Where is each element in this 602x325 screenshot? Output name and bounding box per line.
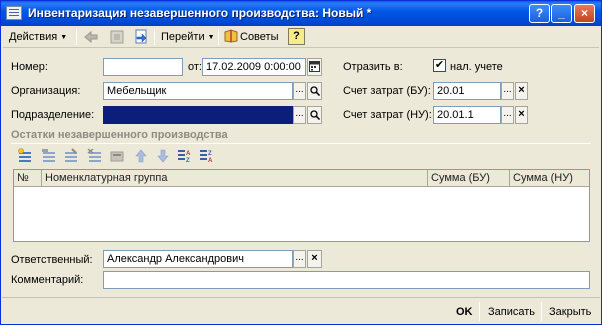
tips-button[interactable]: Советы — [224, 28, 278, 46]
sort-descending-icon[interactable]: Z A — [199, 148, 215, 164]
minimize-button[interactable]: _ — [551, 4, 572, 23]
save-button[interactable]: Записать — [488, 303, 535, 321]
structure-icon[interactable] — [109, 29, 125, 45]
move-up-icon[interactable] — [133, 148, 149, 164]
tips-book-icon — [224, 29, 238, 43]
account-nu-clear-button[interactable]: × — [515, 106, 528, 124]
work-in-progress-table[interactable]: № Номенклатурная группа Сумма (БУ) Сумма… — [13, 169, 590, 242]
sort-ascending-icon[interactable]: A Z — [177, 148, 193, 164]
help-title-button[interactable]: ? — [529, 4, 550, 23]
close-button[interactable]: Закрыть — [549, 303, 591, 321]
button-separator — [479, 302, 480, 321]
responsible-field[interactable]: Александр Александрович — [103, 250, 293, 268]
department-label: Подразделение: — [11, 109, 95, 121]
organization-select-button[interactable]: ... — [293, 82, 306, 100]
actions-label: Действия — [9, 31, 58, 43]
account-bu-field[interactable]: 20.01 — [433, 82, 501, 100]
dropdown-arrow-icon: ▼ — [207, 34, 215, 41]
ok-button[interactable]: OK — [456, 303, 473, 321]
delete-row-icon[interactable] — [87, 148, 103, 164]
magnifier-icon — [309, 86, 320, 97]
number-label: Номер: — [11, 61, 48, 73]
account-bu-label: Счет затрат (БУ): — [343, 85, 431, 97]
related-documents-icon[interactable] — [133, 29, 149, 45]
tax-accounting-checkbox[interactable]: ✔ — [433, 59, 446, 72]
back-arrow-icon[interactable] — [83, 29, 99, 45]
toolbar-separator — [76, 29, 77, 45]
calendar-icon — [309, 61, 320, 72]
magnifier-icon — [309, 110, 320, 121]
title-bar[interactable]: Инвентаризация незавершенного производст… — [1, 1, 601, 26]
responsible-label: Ответственный: — [11, 254, 93, 266]
svg-text:Z: Z — [186, 158, 190, 164]
account-nu-select-button[interactable]: ... — [501, 106, 514, 124]
dropdown-arrow-icon: ▼ — [60, 34, 68, 41]
calendar-button[interactable] — [307, 58, 322, 76]
window-title: Инвентаризация незавершенного производст… — [28, 6, 372, 20]
number-field[interactable] — [103, 58, 183, 76]
date-label: от: — [188, 61, 202, 73]
organization-field[interactable]: Мебельщик — [103, 82, 293, 100]
toolbar-separator — [154, 29, 155, 45]
account-nu-label: Счет затрат (НУ): — [343, 109, 432, 121]
add-row-icon[interactable] — [17, 148, 33, 164]
svg-text:A: A — [208, 158, 213, 164]
goto-label: Перейти — [161, 31, 205, 43]
account-bu-select-button[interactable]: ... — [501, 82, 514, 100]
account-nu-field[interactable]: 20.01.1 — [433, 106, 501, 124]
tips-label: Советы — [240, 31, 279, 43]
responsible-clear-button[interactable]: × — [307, 250, 322, 268]
date-field[interactable]: 17.02.2009 0:00:00 — [202, 58, 306, 76]
section-title: Остатки незавершенного производства — [11, 129, 228, 141]
move-down-icon[interactable] — [155, 148, 171, 164]
column-header-number[interactable]: № — [14, 170, 42, 187]
tax-accounting-label: нал. учете — [450, 61, 503, 73]
copy-row-icon[interactable] — [41, 148, 57, 164]
svg-text:Z: Z — [208, 151, 212, 157]
column-header-sum-nu[interactable]: Сумма (НУ) — [510, 170, 589, 187]
organization-label: Организация: — [11, 85, 81, 97]
department-open-button[interactable] — [307, 106, 322, 124]
toolbar: Действия ▼ Перейти ▼ Советы ? — [3, 26, 599, 48]
goto-menu-button[interactable]: Перейти ▼ — [161, 28, 215, 46]
department-select-button[interactable]: ... — [293, 106, 306, 124]
comment-label: Комментарий: — [11, 274, 84, 286]
column-header-sum-bu[interactable]: Сумма (БУ) — [428, 170, 510, 187]
end-edit-icon[interactable] — [109, 148, 125, 164]
document-icon — [6, 6, 22, 20]
button-separator — [541, 302, 542, 321]
table-header: № Номенклатурная группа Сумма (БУ) Сумма… — [14, 170, 589, 187]
organization-open-button[interactable] — [307, 82, 322, 100]
column-header-nomenclature-group[interactable]: Номенклатурная группа — [42, 170, 428, 187]
comment-field[interactable] — [103, 271, 590, 289]
actions-menu-button[interactable]: Действия ▼ — [9, 28, 67, 46]
svg-text:A: A — [186, 151, 191, 157]
section-divider — [11, 143, 591, 144]
edit-row-icon[interactable] — [63, 148, 79, 164]
responsible-select-button[interactable]: ... — [293, 250, 306, 268]
document-window: Инвентаризация незавершенного производст… — [0, 0, 602, 325]
help-toolbar-button[interactable]: ? — [288, 28, 305, 45]
reflect-label: Отразить в: — [343, 61, 403, 73]
close-window-button[interactable]: × — [574, 4, 595, 23]
department-field[interactable] — [103, 106, 293, 124]
account-bu-clear-button[interactable]: × — [515, 82, 528, 100]
toolbar-separator — [218, 29, 219, 45]
